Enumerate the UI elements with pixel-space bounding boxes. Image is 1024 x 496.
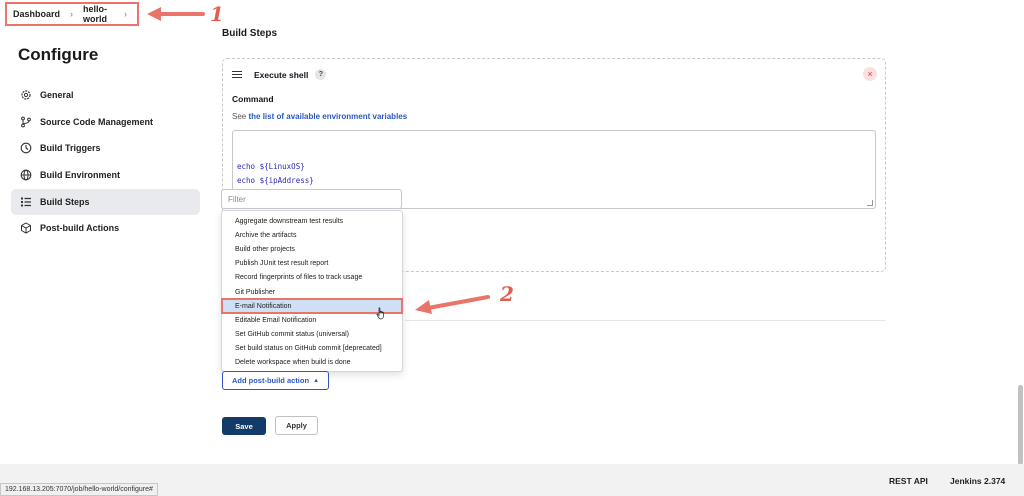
add-post-build-action-label: Add post-build action [231,376,310,385]
annotation-number-1: 1 [210,2,224,26]
menu-item[interactable]: Build other projects [222,242,402,256]
menu-item[interactable]: Editable Email Notification [222,313,402,327]
breadcrumb: Dashboard › hello-world › [5,2,139,26]
menu-item[interactable]: Archive the artifacts [222,228,402,242]
section-divider [405,320,886,321]
resize-handle-icon[interactable] [867,200,873,206]
menu-item-email-notification[interactable]: E-mail Notification [221,298,403,315]
drag-handle-icon[interactable] [232,69,242,79]
menu-item[interactable]: Record fingerprints of files to track us… [222,271,402,285]
sidebar-item-build-environment[interactable]: Build Environment [11,162,200,188]
close-icon[interactable]: × [863,67,877,81]
menu-item[interactable]: Set GitHub commit status (universal) [222,328,402,342]
env-vars-note: See the list of available environment va… [232,112,407,121]
sidebar: General Source Code Management Build Tri… [11,82,200,242]
menu-item[interactable]: Delete workspace when build is done [222,356,402,370]
chevron-right-icon: › [70,9,74,19]
menu-item[interactable]: Aggregate downstream test results [222,214,402,228]
status-bar-url: 192.168.13.205:7070/job/hello-world/conf… [0,483,158,496]
sidebar-item-source-code-management[interactable]: Source Code Management [11,109,200,135]
filter-input[interactable] [221,189,402,209]
gear-icon [20,89,32,101]
rest-api-link[interactable]: REST API [889,476,928,486]
annotation-number-2: 2 [500,282,514,306]
annotation-arrow-icon [147,7,205,21]
cube-icon [20,222,32,235]
sidebar-item-label: Source Code Management [40,116,154,127]
sidebar-item-label: Post-build Actions [40,223,120,234]
help-icon[interactable]: ? [315,69,327,80]
list-icon [20,196,32,208]
command-line: echo ${ipAddress} [237,176,314,185]
menu-item[interactable]: Set build status on GitHub commit [depre… [222,342,402,356]
add-post-build-action-button[interactable]: Add post-build action ▲ [222,371,329,390]
sidebar-item-label: Build Environment [40,170,121,181]
menu-item[interactable]: Git Publisher [222,285,402,299]
page-title: Configure [18,45,99,64]
section-title-build-steps: Build Steps [222,28,278,39]
caret-up-icon: ▲ [313,377,320,384]
annotation-arrow-icon [415,295,490,314]
step-title: Execute shell [254,69,309,80]
apply-button[interactable]: Apply [275,416,318,435]
step-header: Execute shell ? [232,69,327,80]
see-prefix: See [232,112,247,121]
post-build-action-menu: Aggregate downstream test results Archiv… [221,210,403,372]
globe-icon [20,169,32,181]
menu-item[interactable]: Publish JUnit test result report [222,257,402,271]
hand-cursor-icon [376,307,384,320]
sidebar-item-general[interactable]: General [11,82,200,108]
sidebar-item-post-build-actions[interactable]: Post-build Actions [11,215,200,241]
sidebar-item-label: General [40,90,74,100]
clock-icon [20,142,32,154]
sidebar-item-build-steps[interactable]: Build Steps [11,188,200,215]
branch-icon [20,116,32,128]
page-scrollbar[interactable] [1018,385,1023,465]
env-vars-link[interactable]: the list of available environment variab… [248,112,407,121]
sidebar-item-build-triggers[interactable]: Build Triggers [11,135,200,161]
jenkins-version-link[interactable]: Jenkins 2.374 [950,476,1005,486]
breadcrumb-dashboard[interactable]: Dashboard [13,9,60,19]
chevron-right-icon[interactable]: › [124,9,127,19]
sidebar-item-label: Build Steps [40,196,90,207]
command-line: echo ${LinuxOS} [237,162,305,171]
save-button[interactable]: Save [222,417,266,435]
command-label: Command [232,94,274,104]
breadcrumb-hello-world[interactable]: hello-world [83,4,114,24]
sidebar-item-label: Build Triggers [40,143,101,154]
